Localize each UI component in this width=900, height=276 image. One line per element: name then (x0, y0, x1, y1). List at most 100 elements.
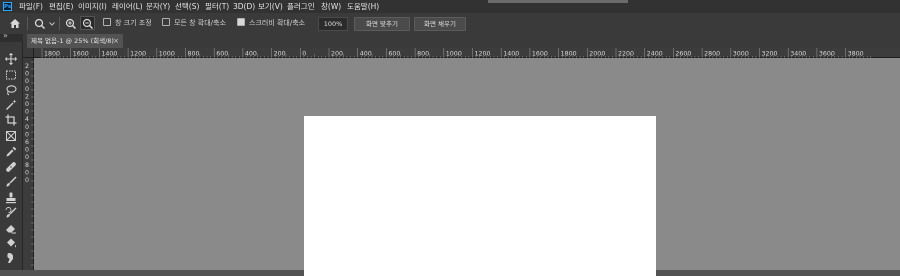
menu-file[interactable]: 파일(F) (19, 0, 43, 13)
healing-brush-icon[interactable] (5, 161, 17, 173)
ruler-label: 0 (25, 177, 29, 184)
canvas-workspace[interactable] (34, 58, 900, 276)
fit-screen-button[interactable]: 화면 맞추기 (354, 17, 410, 31)
menu-view[interactable]: 보기(V) (258, 0, 283, 13)
eraser-icon[interactable] (5, 222, 17, 234)
move-icon[interactable] (5, 53, 17, 65)
ruler-label: 3200 (762, 51, 778, 58)
zoom-all-windows-label: 모든 창 확대/축소 (174, 19, 226, 27)
document-canvas[interactable] (304, 116, 656, 276)
document-tab-bar: 제목 없음-1 @ 25% (회색/8) × (23, 34, 900, 48)
menu-plugins[interactable]: 플러그인 (287, 0, 315, 13)
ruler-label: 0 (25, 147, 29, 154)
horizontal-ruler[interactable]: 1800 1600 1400 1200 1000 800 600 400 200 0 200 400 6… (34, 48, 900, 58)
ruler-label: 2 (25, 93, 29, 100)
fill-screen-button[interactable]: 화면 채우기 (414, 17, 466, 31)
ruler-label: 2 (25, 63, 29, 70)
ruler-label: 8 (25, 162, 29, 169)
ruler-label: 1800 (44, 51, 60, 58)
horizontal-ruler-ticks: 1800 1600 1400 1200 1000 800 600 400 200 0 200 400 6… (41, 48, 871, 58)
ruler-origin[interactable] (23, 48, 34, 58)
tools-panel (0, 42, 23, 270)
menu-image[interactable]: 이미지(I) (78, 0, 107, 13)
ruler-label: 0 (25, 154, 29, 161)
lasso-icon[interactable] (5, 84, 17, 96)
ruler-label: 400 (245, 51, 257, 58)
paint-bucket-icon[interactable] (5, 237, 17, 249)
ruler-label: 1000 (159, 51, 175, 58)
ruler-label: 0 (25, 131, 29, 138)
vertical-ruler[interactable]: 2000200400600800 (23, 58, 34, 270)
zoom-value-field[interactable]: 100% (318, 17, 348, 31)
zoom-out-icon (82, 18, 94, 29)
home-icon[interactable] (9, 18, 21, 29)
ruler-label: 3800 (848, 51, 864, 58)
frame-icon[interactable] (5, 130, 17, 142)
menu-3d[interactable]: 3D(D) (233, 0, 255, 13)
ruler-label: 0 (25, 86, 29, 93)
ruler-label: 1600 (73, 51, 89, 58)
zoom-all-windows-checkbox[interactable] (162, 18, 170, 26)
brush-icon[interactable] (5, 176, 17, 188)
menu-type[interactable]: 문자(Y) (146, 0, 170, 13)
menu-help[interactable]: 도움말(H) (347, 0, 379, 13)
expand-panel-icon[interactable]: » (3, 31, 8, 40)
resize-windows-checkbox[interactable] (103, 18, 111, 26)
menu-bar: Ps 파일(F) 편집(E) 이미지(I) 레이어(L) 문자(Y) 선택(S)… (0, 0, 900, 13)
ruler-label: 200 (274, 51, 286, 58)
menu-layer[interactable]: 레이어(L) (112, 0, 143, 13)
options-bar: 창 크기 조정 모든 창 확대/축소 스크러비 확대/축소 100% 화면 맞추… (0, 13, 900, 35)
history-brush-icon[interactable] (5, 207, 17, 219)
ruler-label: 1600 (532, 51, 548, 58)
ruler-label: 6 (25, 139, 29, 146)
menu-edit[interactable]: 편집(E) (49, 0, 73, 13)
ruler-label: 400 (360, 51, 372, 58)
vertical-ruler-ticks: 2000200400600800 (25, 61, 34, 266)
ruler-label: 2600 (675, 51, 691, 58)
zoom-in-icon[interactable] (65, 18, 77, 29)
ruler-label: 0 (25, 109, 29, 116)
ruler-label: 2400 (647, 51, 663, 58)
separator (27, 17, 28, 30)
magic-wand-icon[interactable] (5, 99, 17, 111)
ruler-label: 2200 (618, 51, 634, 58)
separator (59, 17, 60, 30)
ruler-label: 800 (417, 51, 429, 58)
marquee-icon[interactable] (5, 69, 17, 81)
ruler-label: 1400 (101, 51, 117, 58)
close-icon[interactable]: × (113, 34, 119, 48)
ruler-label: 600 (216, 51, 228, 58)
zoom-tool-icon[interactable] (34, 18, 46, 29)
crop-icon[interactable] (5, 114, 17, 126)
ruler-label: 200 (331, 51, 343, 58)
ruler-label: 3400 (790, 51, 806, 58)
smudge-icon[interactable] (5, 252, 17, 264)
document-tab-title: 제목 없음-1 @ 25% (회색/8) (31, 37, 114, 45)
ruler-label: 1200 (130, 51, 146, 58)
ruler-label: 1200 (475, 51, 491, 58)
resize-windows-option[interactable]: 창 크기 조정 (103, 13, 152, 34)
photoshop-logo[interactable]: Ps (3, 2, 12, 11)
clone-stamp-icon[interactable] (5, 192, 17, 204)
zoom-out-active-frame[interactable] (80, 16, 95, 30)
menu-select[interactable]: 선택(S) (175, 0, 199, 13)
scrubby-zoom-checkbox[interactable] (237, 18, 245, 26)
ruler-label: 0 (25, 71, 29, 78)
ruler-label: 2000 (589, 51, 605, 58)
resize-windows-label: 창 크기 조정 (115, 19, 152, 27)
chevron-down-icon[interactable] (49, 22, 55, 26)
ruler-label: 1800 (561, 51, 577, 58)
ruler-label: 2800 (704, 51, 720, 58)
ruler-label: 600 (388, 51, 400, 58)
ruler-label: 0 (302, 51, 306, 58)
scrubby-zoom-label: 스크러비 확대/축소 (249, 19, 306, 27)
scrubby-zoom-option[interactable]: 스크러비 확대/축소 (237, 13, 305, 34)
ruler-label: 1000 (446, 51, 462, 58)
document-tab[interactable]: 제목 없음-1 @ 25% (회색/8) × (27, 34, 123, 48)
ruler-label: 1400 (503, 51, 519, 58)
zoom-all-windows-option[interactable]: 모든 창 확대/축소 (162, 13, 226, 34)
ruler-label: 0 (25, 78, 29, 85)
menu-filter[interactable]: 필터(T) (205, 0, 229, 13)
menu-window[interactable]: 창(W) (321, 0, 341, 13)
eyedropper-icon[interactable] (5, 146, 17, 158)
